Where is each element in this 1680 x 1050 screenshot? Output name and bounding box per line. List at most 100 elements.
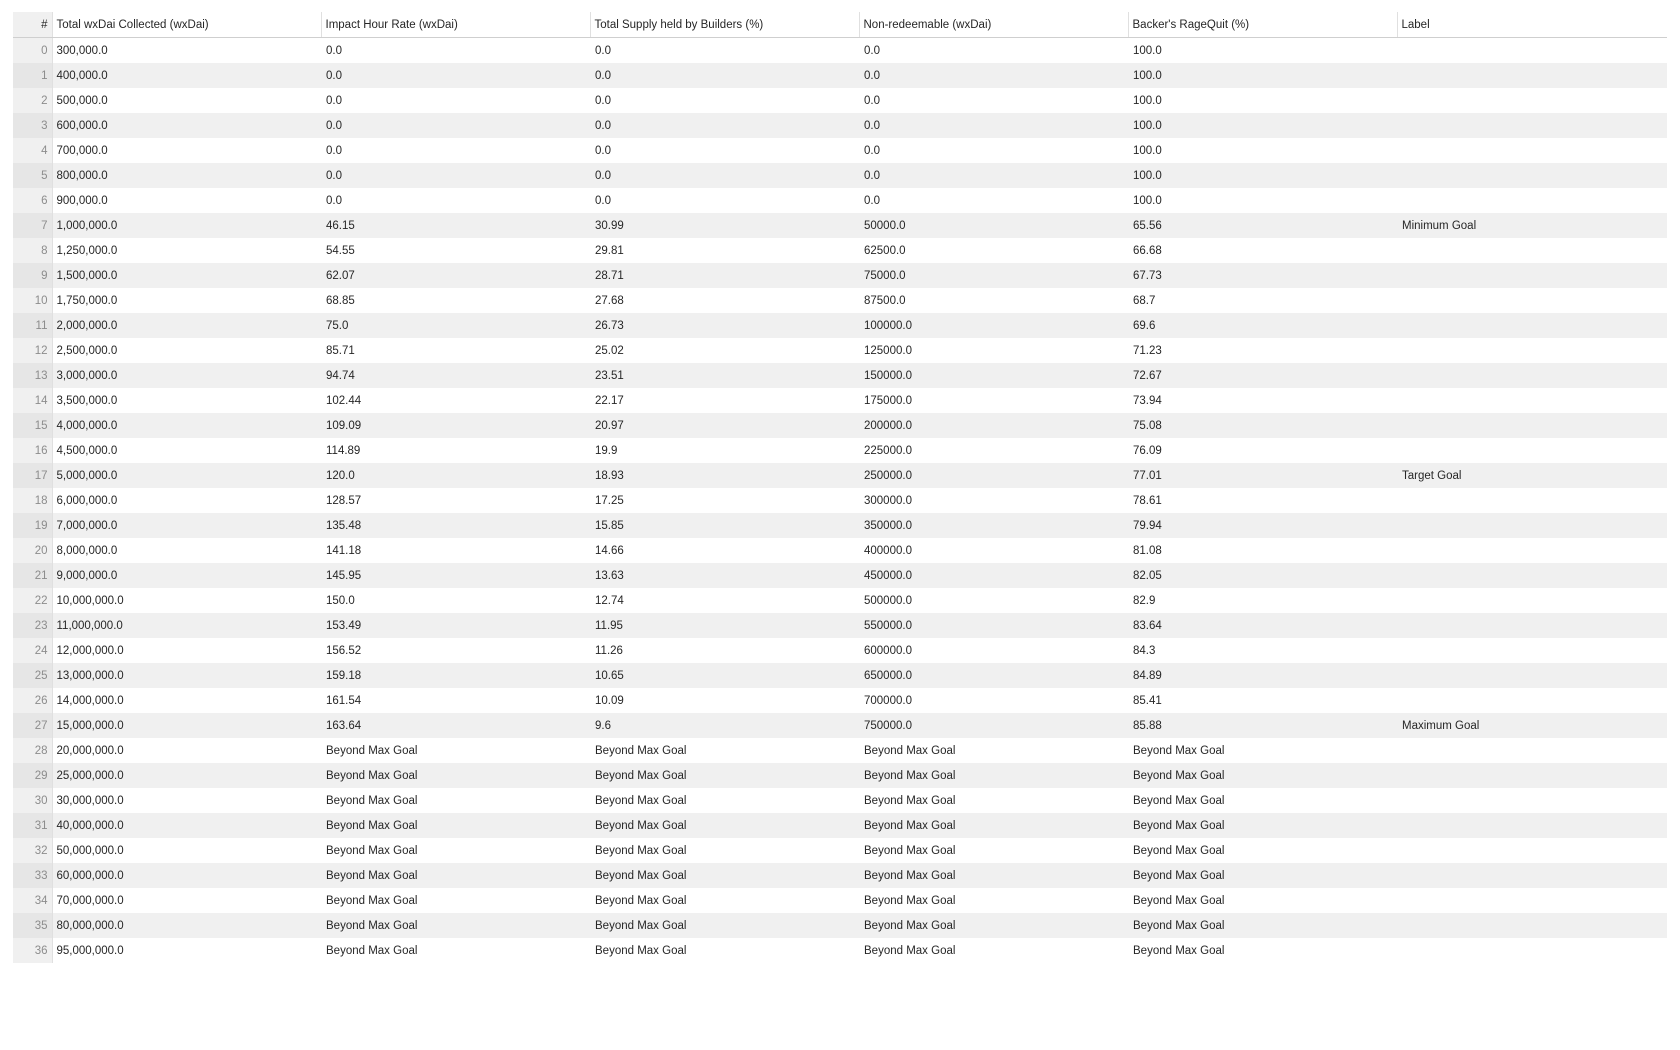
- row-index-cell: 29: [13, 763, 53, 788]
- label-cell: [1397, 863, 1667, 888]
- table-row[interactable]: 30 30,000,000.0 Beyond Max Goal Beyond Max …: [13, 788, 1667, 813]
- ragequit-cell: Beyond Max Goal: [1133, 794, 1225, 807]
- table-row[interactable]: 28 20,000,000.0 Beyond Max Goal Beyond Max …: [13, 738, 1667, 763]
- table-row[interactable]: 11 2,000,000.0 75.0 26.73 100000.0 69.6: [13, 313, 1667, 338]
- non-redeemable-cell: 600000.0: [864, 644, 912, 657]
- row-index-cell: 12: [13, 338, 53, 363]
- label-cell: [1397, 63, 1667, 88]
- row-index-cell: 14: [13, 388, 53, 413]
- column-header-impact-hour-rate[interactable]: Impact Hour Rate (wxDai): [320, 12, 590, 38]
- ragequit-cell: 100.0: [1128, 163, 1397, 188]
- table-row[interactable]: 27 15,000,000.0 163.64 9.6 750000.0 85.88 Maxi…: [13, 713, 1667, 738]
- table-row[interactable]: 8 1,250,000.0 54.55 29.81 62500.0 66.68: [13, 238, 1667, 263]
- table-row[interactable]: 12 2,500,000.0 85.71 25.02 125000.0 71.23: [13, 338, 1667, 363]
- label-cell: [1397, 113, 1667, 138]
- table-row[interactable]: 2 500,000.0 0.0 0.0 0.0 100.0: [13, 88, 1667, 113]
- label-cell: [1397, 238, 1667, 263]
- column-header-non-redeemable[interactable]: Non-redeemable (wxDai): [858, 12, 1128, 38]
- table-row[interactable]: 22 10,000,000.0 150.0 12.74 500000.0 82.9: [13, 588, 1667, 613]
- label-cell: [1397, 563, 1667, 588]
- impact-hour-rate-cell: 159.18: [321, 663, 590, 688]
- column-header-builders-supply[interactable]: Total Supply held by Builders (%): [589, 12, 859, 38]
- table-row[interactable]: 21 9,000,000.0 145.95 13.63 450000.0 82.05: [13, 563, 1667, 588]
- table-row[interactable]: 23 11,000,000.0 153.49 11.95 550000.0 83.64: [13, 613, 1667, 638]
- table-row[interactable]: 9 1,500,000.0 62.07 28.71 75000.0 67.73: [13, 263, 1667, 288]
- table-row[interactable]: 3 600,000.0 0.0 0.0 0.0 100.0: [13, 113, 1667, 138]
- table-row[interactable]: 5 800,000.0 0.0 0.0 0.0 100.0: [13, 163, 1667, 188]
- table-row[interactable]: 1 400,000.0 0.0 0.0 0.0 100.0: [13, 63, 1667, 88]
- non-redeemable-cell: 650000.0: [859, 663, 1128, 688]
- table-row[interactable]: 35 80,000,000.0 Beyond Max Goal Beyond Max …: [13, 913, 1667, 938]
- ragequit-cell: Beyond Max Goal: [1128, 813, 1397, 838]
- builders-supply-cell: 14.66: [595, 544, 624, 557]
- impact-hour-rate-cell: 62.07: [321, 263, 590, 288]
- table-row[interactable]: 6 900,000.0 0.0 0.0 0.0 100.0: [13, 188, 1667, 213]
- table-row[interactable]: 17 5,000,000.0 120.0 18.93 250000.0 77.01 Targ…: [13, 463, 1667, 488]
- label-cell: [1397, 313, 1667, 338]
- non-redeemable-cell: Beyond Max Goal: [859, 863, 1128, 888]
- impact-hour-rate-cell: 135.48: [321, 513, 590, 538]
- label-cell: [1397, 538, 1667, 563]
- builders-supply-cell: 27.68: [595, 294, 624, 307]
- column-header-total-collected[interactable]: Total wxDai Collected (wxDai): [51, 12, 321, 38]
- label-cell: [1397, 813, 1667, 838]
- builders-supply-cell: 0.0: [595, 94, 611, 107]
- table-row[interactable]: 16 4,500,000.0 114.89 19.9 225000.0 76.09: [13, 438, 1667, 463]
- table-row[interactable]: 32 50,000,000.0 Beyond Max Goal Beyond Max …: [13, 838, 1667, 863]
- total-collected-cell: 30,000,000.0: [56, 794, 124, 807]
- builders-supply-cell: 0.0: [595, 144, 611, 157]
- label-cell: [1397, 363, 1667, 388]
- table-row[interactable]: 10 1,750,000.0 68.85 27.68 87500.0 68.7: [13, 288, 1667, 313]
- table-row[interactable]: 31 40,000,000.0 Beyond Max Goal Beyond Max …: [13, 813, 1667, 838]
- table-row[interactable]: 29 25,000,000.0 Beyond Max Goal Beyond Max …: [13, 763, 1667, 788]
- non-redeemable-cell: Beyond Max Goal: [864, 894, 956, 907]
- total-collected-cell: 80,000,000.0: [52, 913, 321, 938]
- table-row[interactable]: 34 70,000,000.0 Beyond Max Goal Beyond Max …: [13, 888, 1667, 913]
- total-collected-cell: 20,000,000.0: [56, 744, 124, 757]
- ragequit-cell: 82.9: [1133, 594, 1156, 607]
- table-row[interactable]: 24 12,000,000.0 156.52 11.26 600000.0 84.3: [13, 638, 1667, 663]
- label-cell: [1397, 888, 1667, 913]
- ragequit-cell: 77.01: [1128, 463, 1397, 488]
- non-redeemable-cell: 200000.0: [859, 413, 1128, 438]
- column-header-ragequit[interactable]: Backer's RageQuit (%): [1127, 12, 1397, 38]
- label-cell: [1397, 738, 1667, 763]
- label-cell: [1397, 288, 1667, 313]
- impact-hour-rate-cell: 153.49: [321, 613, 590, 638]
- table-row[interactable]: 0 300,000.0 0.0 0.0 0.0 100.0: [13, 37, 1667, 63]
- non-redeemable-cell: 125000.0: [864, 344, 912, 357]
- impact-hour-rate-cell: Beyond Max Goal: [321, 763, 590, 788]
- table-row[interactable]: 33 60,000,000.0 Beyond Max Goal Beyond Max …: [13, 863, 1667, 888]
- total-collected-cell: 1,500,000.0: [52, 263, 321, 288]
- table-row[interactable]: 26 14,000,000.0 161.54 10.09 700000.0 85.41: [13, 688, 1667, 713]
- column-header-label[interactable]: Label: [1396, 12, 1667, 38]
- builders-supply-cell: Beyond Max Goal: [590, 863, 859, 888]
- table-row[interactable]: 36 95,000,000.0 Beyond Max Goal Beyond Max …: [13, 938, 1667, 963]
- label-cell: [1397, 488, 1667, 513]
- table-row[interactable]: 13 3,000,000.0 94.74 23.51 150000.0 72.67: [13, 363, 1667, 388]
- total-collected-cell: 11,000,000.0: [52, 613, 321, 638]
- data-table-container: # Total wxDai Collected (wxDai) Impact H…: [13, 12, 1667, 963]
- table-row[interactable]: 7 1,000,000.0 46.15 30.99 50000.0 65.56 Minimu…: [13, 213, 1667, 238]
- non-redeemable-cell: 0.0: [859, 163, 1128, 188]
- impact-hour-rate-cell: 0.0: [326, 94, 342, 107]
- label-cell: [1397, 513, 1667, 538]
- non-redeemable-cell: Beyond Max Goal: [864, 844, 956, 857]
- column-header-index[interactable]: #: [13, 12, 52, 38]
- label-cell: [1397, 638, 1667, 663]
- impact-hour-rate-cell: Beyond Max Goal: [321, 813, 590, 838]
- row-index-cell: 32: [13, 838, 53, 863]
- table-row[interactable]: 4 700,000.0 0.0 0.0 0.0 100.0: [13, 138, 1667, 163]
- table-row[interactable]: 15 4,000,000.0 109.09 20.97 200000.0 75.08: [13, 413, 1667, 438]
- non-redeemable-cell: Beyond Max Goal: [859, 913, 1128, 938]
- table-row[interactable]: 18 6,000,000.0 128.57 17.25 300000.0 78.61: [13, 488, 1667, 513]
- table-row[interactable]: 25 13,000,000.0 159.18 10.65 650000.0 84.89: [13, 663, 1667, 688]
- table-row[interactable]: 20 8,000,000.0 141.18 14.66 400000.0 81.08: [13, 538, 1667, 563]
- non-redeemable-cell: 87500.0: [864, 294, 906, 307]
- label-cell: [1397, 438, 1667, 463]
- label-cell: [1397, 788, 1667, 813]
- table-row[interactable]: 14 3,500,000.0 102.44 22.17 175000.0 73.94: [13, 388, 1667, 413]
- table-row[interactable]: 19 7,000,000.0 135.48 15.85 350000.0 79.94: [13, 513, 1667, 538]
- row-index-cell: 3: [13, 113, 53, 138]
- impact-hour-rate-cell: 68.85: [326, 294, 355, 307]
